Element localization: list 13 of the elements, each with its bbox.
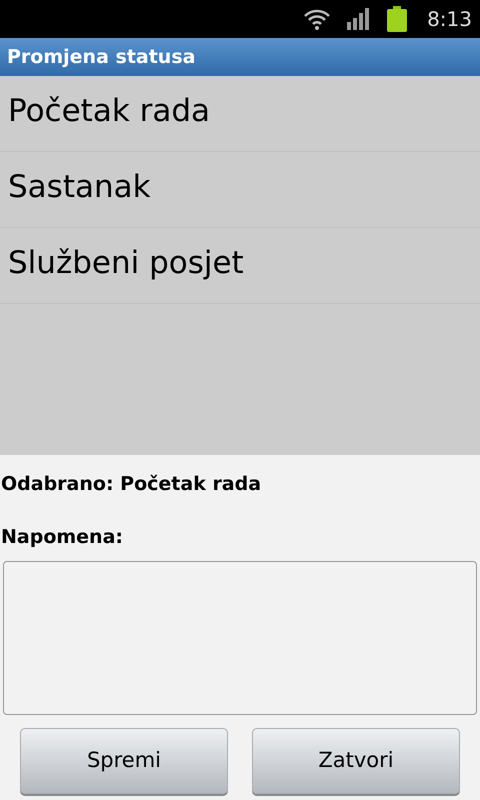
dialog-button[interactable]: Spremi [20,728,228,794]
list-item[interactable]: Sastanak [0,152,480,228]
selection-text: Odabrano: Početak rada [1,472,262,497]
clock-time: 8:13 [427,6,472,33]
wifi-icon [303,7,332,31]
window-title: Promjena statusa [7,44,196,70]
note-label: Napomena: [1,524,124,550]
list-item[interactable]: Službeni posjet [0,228,480,304]
battery-icon [387,6,408,32]
note-field[interactable] [3,561,477,715]
list-item[interactable]: Početak rada [0,76,480,152]
dialog-button[interactable]: Zatvori [252,728,460,794]
signal-icon [347,8,372,30]
